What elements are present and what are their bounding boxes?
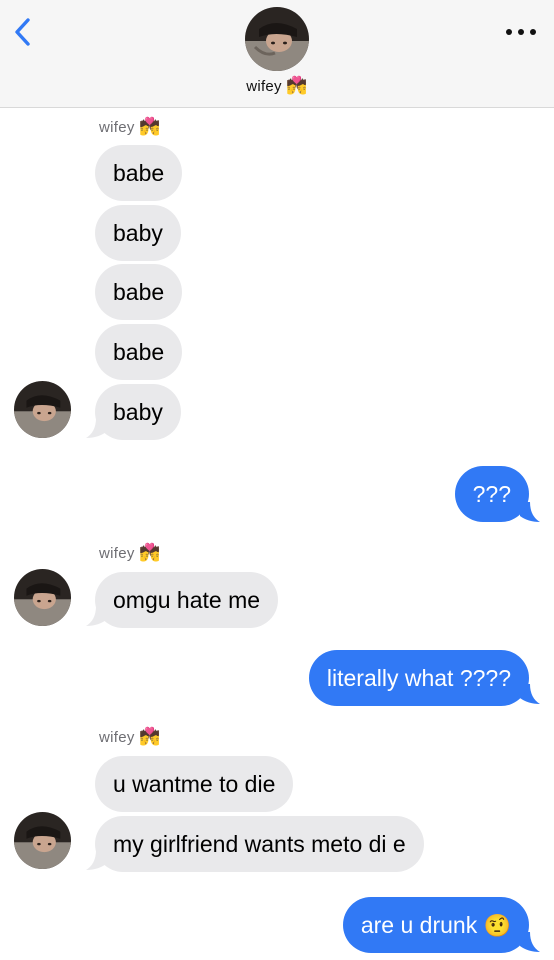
outgoing-message[interactable]: literally what ???? (308, 650, 529, 706)
outgoing-message[interactable]: are u drunk 🤨 (342, 897, 529, 953)
message-text: my girlfriend wants meto di e (113, 831, 406, 857)
ellipsis-dot (518, 29, 524, 35)
kiss-emoji-icon: 💏 (139, 543, 161, 562)
contact-avatar[interactable] (245, 7, 309, 71)
sender-label: wifey 💏 (99, 117, 161, 137)
avatar-photo (14, 812, 71, 869)
message-text: babe (113, 160, 165, 186)
more-options-button[interactable] (506, 22, 536, 42)
sender-label: wifey 💏 (99, 727, 161, 747)
sender-avatar[interactable] (14, 812, 71, 869)
avatar-photo (14, 381, 71, 438)
outgoing-message[interactable]: ??? (454, 466, 529, 522)
incoming-message[interactable]: baby (95, 384, 181, 440)
incoming-message[interactable]: my girlfriend wants meto di e (95, 816, 424, 872)
raised-eyebrow-emoji-icon: 🤨 (483, 913, 511, 938)
sender-avatar[interactable] (14, 569, 71, 626)
message-text: u wantme to die (113, 771, 276, 797)
incoming-message[interactable]: babe (95, 264, 183, 320)
incoming-message[interactable]: u wantme to die (95, 756, 294, 812)
kiss-emoji-icon: 💏 (139, 117, 161, 136)
sender-name: wifey (99, 119, 135, 136)
kiss-emoji-icon: 💏 (139, 727, 161, 746)
avatar-photo (14, 569, 71, 626)
chevron-left-icon (15, 18, 30, 46)
incoming-message[interactable]: babe (95, 324, 183, 380)
ellipsis-dot (530, 29, 536, 35)
ellipsis-dot (506, 29, 512, 35)
incoming-message[interactable]: babe (95, 145, 183, 201)
message-text: babe (113, 279, 165, 305)
contact-name-text: wifey (246, 78, 282, 95)
message-text: are u drunk (360, 912, 478, 938)
message-text: babe (113, 339, 165, 365)
sender-label: wifey 💏 (99, 543, 161, 563)
sender-name: wifey (99, 729, 135, 746)
back-button[interactable] (8, 14, 36, 50)
message-text: literally what ???? (326, 665, 511, 691)
incoming-message[interactable]: omgu hate me (95, 572, 279, 628)
conversation-header: wifey 💏 (0, 0, 554, 108)
incoming-message[interactable]: baby (95, 205, 181, 261)
message-text: baby (113, 399, 163, 425)
message-text: baby (113, 220, 163, 246)
sender-name: wifey (99, 545, 135, 562)
message-text: ??? (472, 481, 511, 507)
contact-name[interactable]: wifey 💏 (0, 76, 554, 96)
sender-avatar[interactable] (14, 381, 71, 438)
message-text: omgu hate me (113, 587, 261, 613)
avatar-photo (245, 7, 309, 71)
kiss-emoji-icon: 💏 (286, 76, 308, 95)
